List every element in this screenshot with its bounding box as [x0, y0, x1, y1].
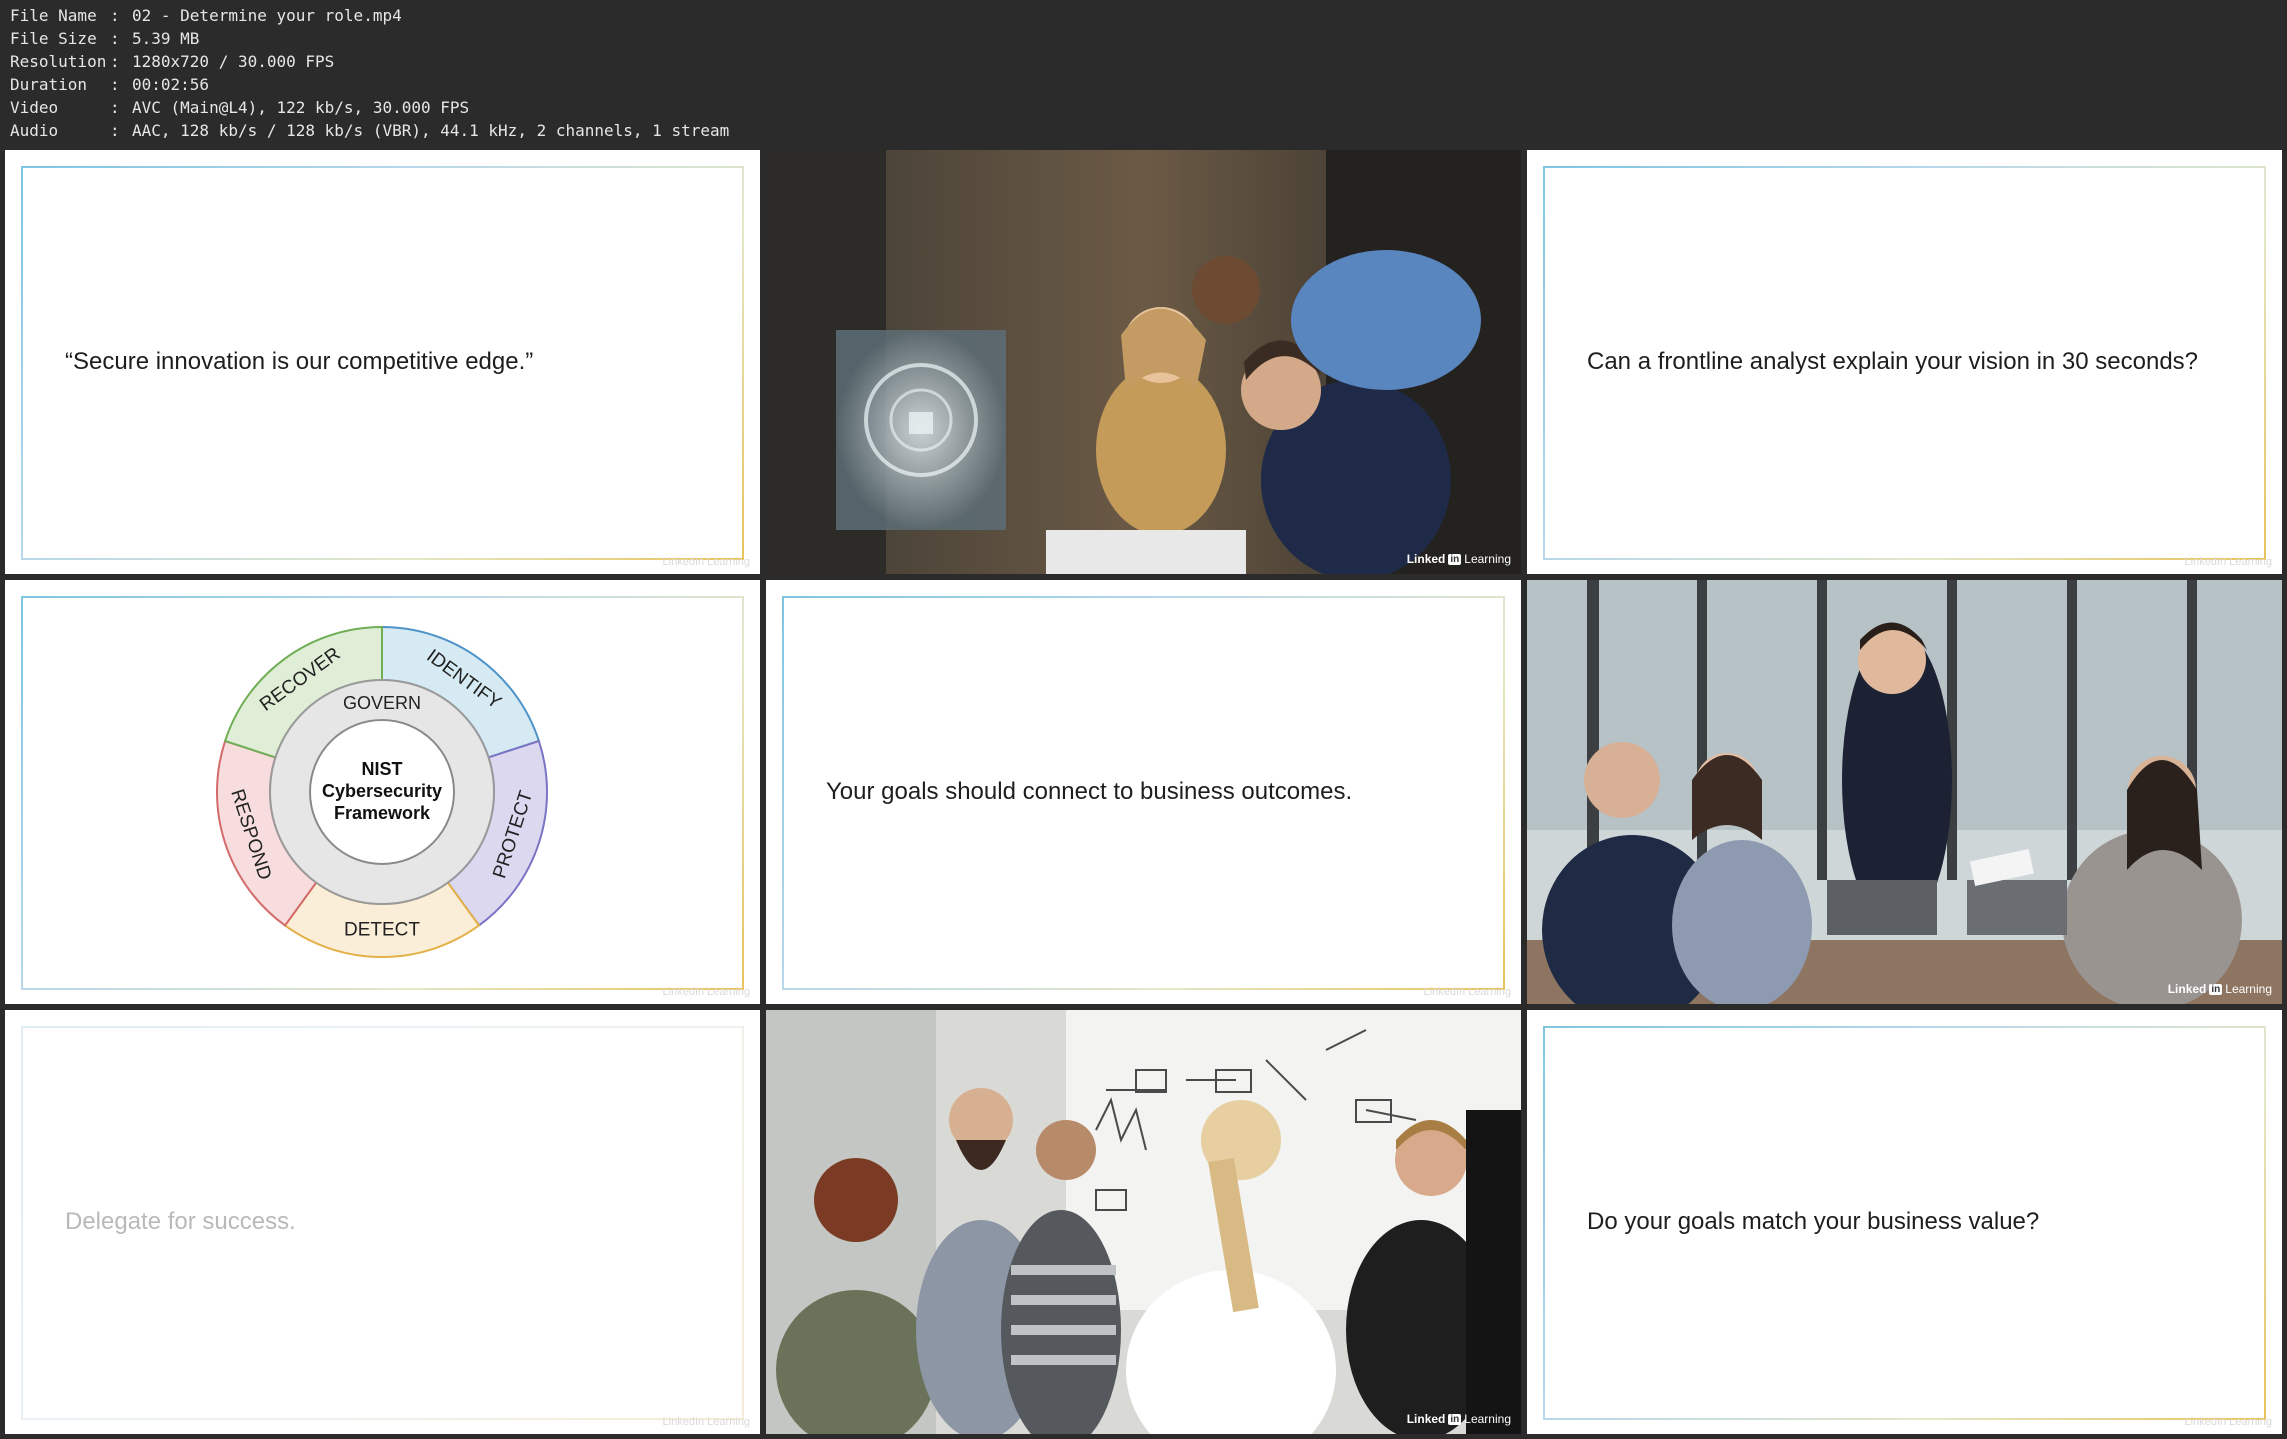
- file-info-value: 02 - Determine your role.mp4: [132, 6, 402, 25]
- file-info-row: Audio: AAC, 128 kb/s / 128 kb/s (VBR), 44…: [10, 119, 729, 142]
- thumbnail-photo-meeting: Linked in Learning: [1527, 580, 2282, 1004]
- nist-label-detect: DETECT: [344, 920, 420, 941]
- file-info-separator: :: [110, 75, 120, 94]
- watermark-text: LinkedIn Learning: [662, 556, 750, 568]
- file-info-row: Video: AVC (Main@L4), 122 kb/s, 30.000 FP…: [10, 96, 729, 119]
- nist-label-govern: GOVERN: [343, 693, 421, 713]
- meeting-photo-image: [1527, 580, 2282, 1004]
- file-info-row: File Size:5.39 MB: [10, 27, 729, 50]
- watermark-text: LinkedIn Learning: [2184, 556, 2272, 568]
- thumbnail-photo-whiteboard-team: Linked in Learning: [766, 1010, 1521, 1434]
- file-info-value: 5.39 MB: [132, 29, 200, 48]
- file-info-value: AVC (Main@L4), 122 kb/s, 30.000 FPS: [132, 98, 470, 117]
- nist-center-title-line: NIST: [361, 759, 402, 779]
- thumbnail-slide-quote: “Secure innovation is our competitive ed…: [5, 150, 760, 574]
- file-info-key: Audio: [10, 121, 59, 140]
- thumbnail-slide-business-value: Do your goals match your business value?…: [1527, 1010, 2282, 1434]
- file-info-row: Duration:00:02:56: [10, 73, 729, 96]
- file-info-value: AAC, 128 kb/s / 128 kb/s (VBR), 44.1 kHz…: [132, 121, 730, 140]
- office-photo-image: [766, 150, 1521, 574]
- linkedin-learning-badge: Linked in Learning: [1406, 1412, 1511, 1426]
- watermark-text: LinkedIn Learning: [1423, 986, 1511, 998]
- watermark-text: LinkedIn Learning: [662, 1416, 750, 1428]
- slide-text: Your goals should connect to business ou…: [826, 778, 1353, 805]
- file-info-separator: :: [110, 121, 120, 140]
- thumbnail-grid: “Secure innovation is our competitive ed…: [5, 150, 2282, 1434]
- linkedin-learning-badge: Linked in Learning: [1406, 552, 1511, 566]
- file-info-value: 1280x720 / 30.000 FPS: [132, 52, 335, 71]
- file-info-key: Duration: [10, 75, 88, 94]
- nist-center-title-line: Cybersecurity: [322, 781, 442, 801]
- file-info-panel: File Name:02 - Determine your role.mp4 Fi…: [10, 4, 729, 142]
- file-info-value: 00:02:56: [132, 75, 210, 94]
- nist-framework-diagram: IDENTIFYPROTECTDETECTRESPONDRECOVERGOVER…: [216, 625, 548, 959]
- file-info-separator: :: [110, 98, 120, 117]
- thumbnail-photo-security-team: Linked in Learning: [766, 150, 1521, 574]
- thumbnail-slide-nist-framework: IDENTIFY PROTECT DETECT RESPOND RECOVER GOVER…: [5, 580, 760, 1004]
- watermark-text: LinkedIn Learning: [662, 986, 750, 998]
- whiteboard-photo-image: [766, 1010, 1521, 1434]
- linkedin-learning-badge: Linked in Learning: [2167, 982, 2272, 996]
- file-info-key: Video: [10, 98, 59, 117]
- file-info-row: Resolution:1280x720 / 30.000 FPS: [10, 50, 729, 73]
- thumbnail-slide-delegate: Delegate for success. LinkedIn Learning: [5, 1010, 760, 1434]
- file-info-separator: :: [110, 52, 120, 71]
- file-info-key: File Name: [10, 6, 97, 25]
- watermark-text: LinkedIn Learning: [2184, 1416, 2272, 1428]
- slide-text: Delegate for success.: [65, 1208, 296, 1235]
- file-info-key: Resolution: [10, 52, 107, 71]
- slide-text: Do your goals match your business value?: [1587, 1208, 2040, 1235]
- thumbnail-slide-goals: Your goals should connect to business ou…: [766, 580, 1521, 1004]
- nist-center-title-line: Framework: [334, 803, 431, 823]
- thumbnail-slide-question: Can a frontline analyst explain your vis…: [1527, 150, 2282, 574]
- file-info-row: File Name:02 - Determine your role.mp4: [10, 4, 729, 27]
- file-info-separator: :: [110, 6, 120, 25]
- slide-text: “Secure innovation is our competitive ed…: [65, 348, 534, 375]
- slide-text: Can a frontline analyst explain your vis…: [1587, 348, 2199, 375]
- file-info-key: File Size: [10, 29, 97, 48]
- file-info-separator: :: [110, 29, 120, 48]
